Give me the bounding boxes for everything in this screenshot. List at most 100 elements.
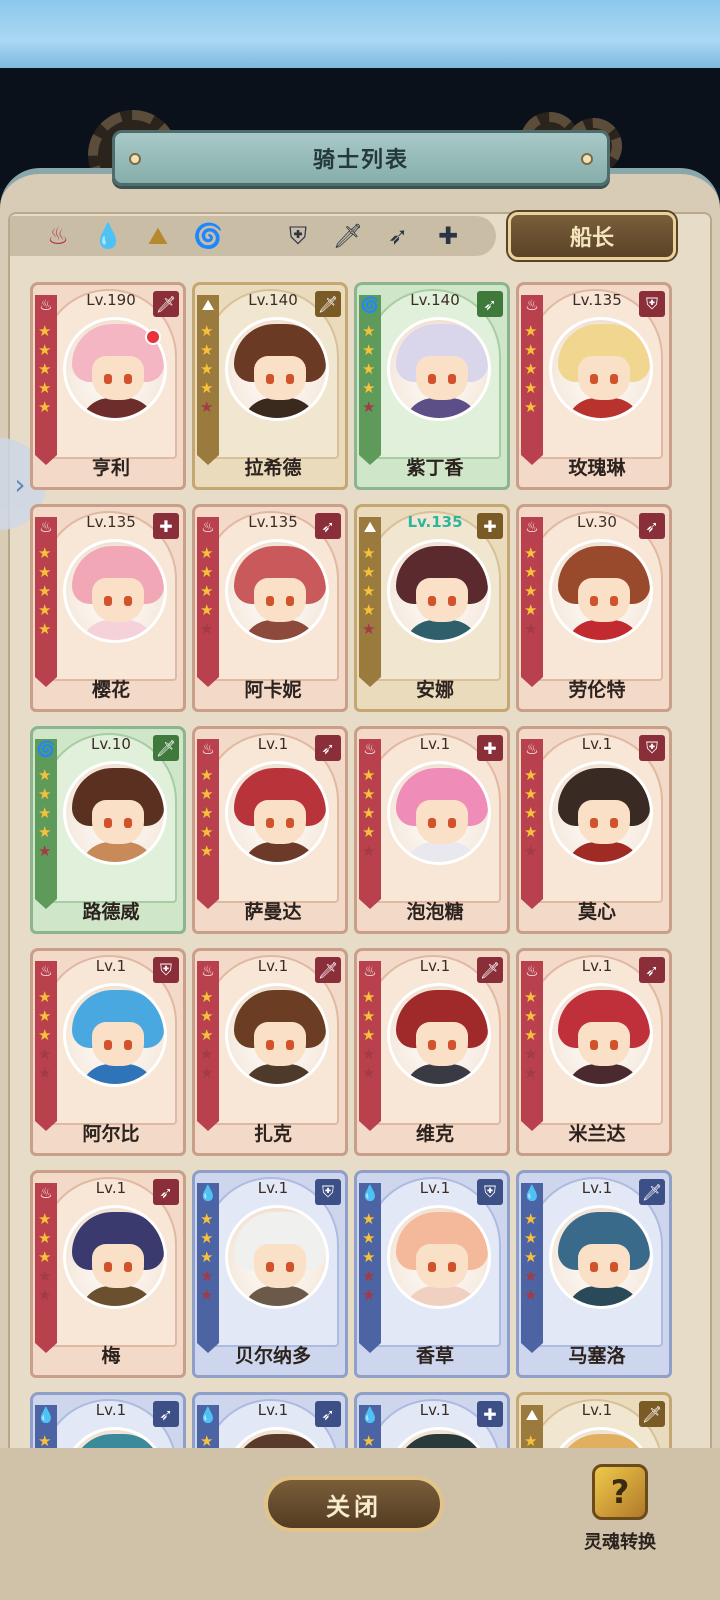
portrait-face	[578, 800, 630, 844]
star-icon: ★	[38, 1045, 52, 1063]
star-icon: ★	[362, 1045, 376, 1063]
star-icon: ★	[38, 1248, 52, 1266]
portrait-eye	[590, 374, 598, 384]
star-rating: ★★★★★	[200, 1211, 216, 1304]
knight-name: 米兰达	[568, 1123, 626, 1145]
knight-card[interactable]: ⛰ ★ ★ ★ ★ ★ Lv.135 ✚ 安娜	[354, 504, 510, 712]
star-icon: ★	[200, 1007, 214, 1025]
rivet-icon	[581, 153, 593, 165]
knight-portrait	[549, 1205, 653, 1309]
knight-card[interactable]: ♨ ★ ★ ★ ★ ★ Lv.1 ➶ 萨曼达	[192, 726, 348, 934]
star-icon: ★	[362, 379, 376, 397]
star-icon: ★	[362, 620, 376, 638]
portrait-face	[254, 578, 306, 622]
filter-plus-icon[interactable]: ✚	[430, 218, 466, 254]
knight-portrait	[549, 983, 653, 1087]
rivet-icon	[129, 153, 141, 165]
star-icon: ★	[362, 1064, 376, 1082]
star-icon: ★	[200, 601, 214, 619]
star-icon: ★	[524, 785, 538, 803]
portrait-eye	[104, 374, 112, 384]
knight-card[interactable]: ⛰ ★ ★ ★ ★ ★ Lv.140 🗡 拉希德	[192, 282, 348, 490]
portrait-face	[254, 1022, 306, 1066]
plus-icon: ✚	[153, 513, 179, 539]
portrait-face	[254, 800, 306, 844]
star-icon: ★	[38, 1267, 52, 1285]
bow-icon: ➶	[315, 1401, 341, 1427]
knight-name: 阿尔比	[82, 1123, 140, 1145]
star-rating: ★★★★★	[200, 767, 216, 860]
star-icon: ★	[362, 341, 376, 359]
portrait-face	[578, 578, 630, 622]
star-icon: ★	[362, 1007, 376, 1025]
knight-card[interactable]: ♨ ★ ★ ★ ★ ★ Lv.135 ✚ 樱花	[30, 504, 186, 712]
knight-card[interactable]: ♨ ★ ★ ★ ★ ★ Lv.1 ✚ 泡泡糖	[354, 726, 510, 934]
portrait-face	[416, 578, 468, 622]
portrait-eye	[266, 818, 274, 828]
star-icon: ★	[38, 582, 52, 600]
star-icon: ★	[38, 1064, 52, 1082]
knight-card[interactable]: ♨ ★ ★ ★ ★ ★ Lv.135 ➶ 阿卡妮	[192, 504, 348, 712]
filter-fire-icon[interactable]: ♨	[40, 218, 76, 254]
knight-card[interactable]: 💧★★★★★Lv.1✚	[354, 1392, 510, 1448]
portrait-body	[80, 1064, 156, 1084]
page-title: 骑士列表	[312, 148, 409, 173]
portrait-face	[92, 578, 144, 622]
knight-card[interactable]: 💧★★★★★Lv.1➶	[30, 1392, 186, 1448]
portrait-eye	[104, 1040, 112, 1050]
knight-card[interactable]: ⛰★★★★★Lv.1🗡	[516, 1392, 672, 1448]
star-icon: ★	[524, 1432, 538, 1449]
portrait-body	[404, 1286, 480, 1306]
knight-card[interactable]: 💧 ★ ★ ★ ★ ★ Lv.1 ⛨ 贝尔纳多	[192, 1170, 348, 1378]
filter-wind-icon[interactable]: 🌀	[190, 218, 226, 254]
star-icon: ★	[200, 563, 214, 581]
portrait-body	[242, 1286, 318, 1306]
shield-icon: ⛨	[315, 1179, 341, 1205]
knight-card[interactable]: ♨ ★ ★ ★ ★ ★ Lv.135 ⛨ 玫瑰琳	[516, 282, 672, 490]
knight-card[interactable]: ♨ ★ ★ ★ ★ ★ Lv.1 ⛨ 莫心	[516, 726, 672, 934]
knight-card[interactable]: 🌀 ★ ★ ★ ★ ★ Lv.10 🗡 路德威	[30, 726, 186, 934]
knight-portrait	[63, 761, 167, 865]
portrait-body	[404, 842, 480, 862]
sword-icon: 🗡	[315, 957, 341, 983]
star-icon: ★	[524, 582, 538, 600]
star-icon: ★	[38, 379, 52, 397]
filter-earth-icon[interactable]: ⛰	[140, 218, 176, 254]
knight-card[interactable]: ♨ ★ ★ ★ ★ ★ Lv.190 🗡 亨利	[30, 282, 186, 490]
knight-portrait	[225, 539, 329, 643]
knight-card[interactable]: ♨ ★ ★ ★ ★ ★ Lv.1 ⛨ 阿尔比	[30, 948, 186, 1156]
knight-card[interactable]: 💧 ★ ★ ★ ★ ★ Lv.1 🗡 马塞洛	[516, 1170, 672, 1378]
portrait-body	[242, 620, 318, 640]
knight-card[interactable]: ♨ ★ ★ ★ ★ ★ Lv.1 ➶ 米兰达	[516, 948, 672, 1156]
knight-name: 泡泡糖	[406, 901, 464, 923]
star-rating: ★★★★★	[524, 545, 540, 638]
filter-sword-icon[interactable]: 🗡	[330, 218, 366, 254]
portrait-eye	[428, 596, 436, 606]
knight-card[interactable]: ♨ ★ ★ ★ ★ ★ Lv.1 🗡 扎克	[192, 948, 348, 1156]
knight-name: 玫瑰琳	[568, 457, 626, 479]
knight-card[interactable]: ♨ ★ ★ ★ ★ ★ Lv.1 ➶ 梅	[30, 1170, 186, 1378]
star-icon: ★	[200, 341, 214, 359]
knight-card[interactable]: 💧 ★ ★ ★ ★ ★ Lv.1 ⛨ 香草	[354, 1170, 510, 1378]
portrait-eye	[104, 818, 112, 828]
star-icon: ★	[200, 1267, 214, 1285]
star-icon: ★	[38, 1026, 52, 1044]
captain-button[interactable]: 船长	[508, 212, 676, 260]
knight-card[interactable]: ♨ ★ ★ ★ ★ ★ Lv.30 ➶ 劳伦特	[516, 504, 672, 712]
star-icon: ★	[524, 804, 538, 822]
filter-bow-icon[interactable]: ➶	[380, 218, 416, 254]
knight-card[interactable]: ♨ ★ ★ ★ ★ ★ Lv.1 🗡 维克	[354, 948, 510, 1156]
bow-icon: ➶	[153, 1179, 179, 1205]
star-icon: ★	[38, 785, 52, 803]
close-button[interactable]: 关闭	[264, 1476, 444, 1532]
shield-icon: ⛨	[639, 735, 665, 761]
filter-water-drop-icon[interactable]: 💧	[90, 218, 126, 254]
portrait-body	[80, 842, 156, 862]
soul-convert-button[interactable]: ? 灵魂转换	[570, 1456, 670, 1576]
filter-shield-icon[interactable]: ⛨	[280, 218, 316, 254]
knight-card[interactable]: 💧★★★★★Lv.1➶	[192, 1392, 348, 1448]
knight-card[interactable]: 🌀 ★ ★ ★ ★ ★ Lv.140 ➶ 紫丁香	[354, 282, 510, 490]
star-rating: ★★★★★	[362, 1433, 378, 1449]
star-rating: ★★★★★	[362, 1211, 378, 1304]
knight-grid: ♨ ★ ★ ★ ★ ★ Lv.190 🗡 亨利 ⛰ ★ ★ ★ ★ ★ Lv.140 🗡 拉希德 🌀 ★ ★ ★ ★ ★ Lv.…	[30, 282, 676, 1448]
